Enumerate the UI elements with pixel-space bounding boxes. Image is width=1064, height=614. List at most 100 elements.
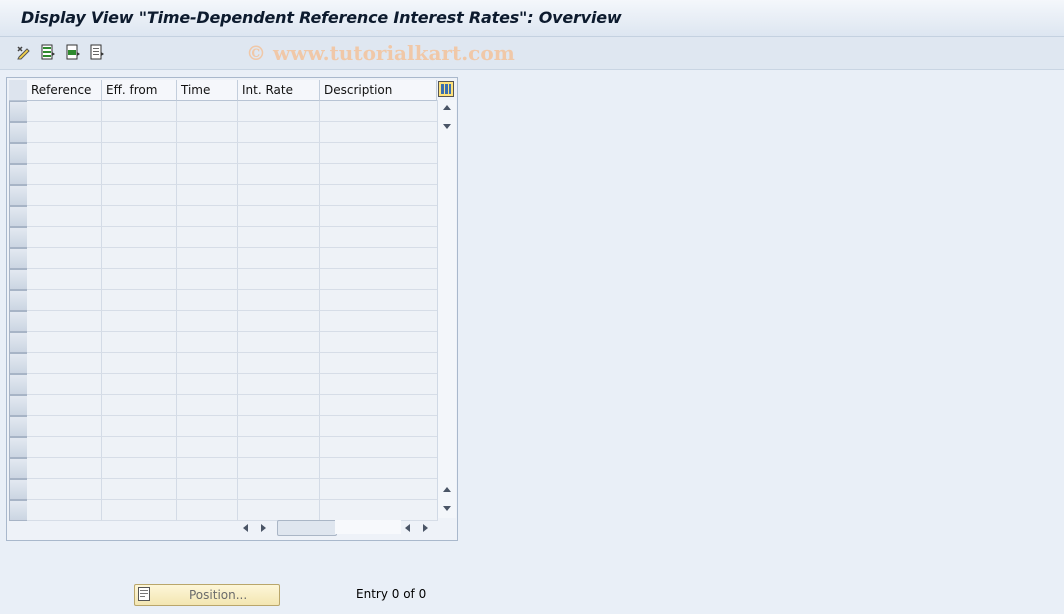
row-selector[interactable]	[9, 458, 28, 479]
column-header-description[interactable]: Description	[320, 80, 437, 101]
row-selector[interactable]	[9, 353, 28, 374]
scroll-down-icon[interactable]	[443, 124, 451, 129]
table-cell[interactable]	[238, 353, 320, 374]
table-cell[interactable]	[320, 143, 438, 164]
row-selector[interactable]	[9, 122, 28, 143]
table-cell[interactable]	[320, 122, 438, 143]
row-selector[interactable]	[9, 437, 28, 458]
table-cell[interactable]	[102, 437, 177, 458]
table-cell[interactable]	[27, 248, 102, 269]
table-cell[interactable]	[27, 332, 102, 353]
table-cell[interactable]	[238, 437, 320, 458]
table-cell[interactable]	[238, 500, 320, 521]
table-cell[interactable]	[238, 101, 320, 122]
table-settings-icon[interactable]	[438, 81, 454, 97]
table-cell[interactable]	[102, 206, 177, 227]
row-selector[interactable]	[9, 248, 28, 269]
table-cell[interactable]	[27, 311, 102, 332]
table-cell[interactable]	[27, 458, 102, 479]
table-cell[interactable]	[177, 164, 238, 185]
table-cell[interactable]	[177, 395, 238, 416]
table-cell[interactable]	[27, 353, 102, 374]
table-cell[interactable]	[238, 311, 320, 332]
table-cell[interactable]	[320, 101, 438, 122]
table-cell[interactable]	[27, 101, 102, 122]
table-cell[interactable]	[238, 227, 320, 248]
row-selector[interactable]	[9, 164, 28, 185]
table-cell[interactable]	[238, 248, 320, 269]
table-cell[interactable]	[238, 290, 320, 311]
position-button[interactable]: Position...	[134, 584, 280, 606]
table-cell[interactable]	[320, 248, 438, 269]
table-cell[interactable]	[177, 353, 238, 374]
column-header-eff-from[interactable]: Eff. from	[102, 80, 177, 101]
table-cell[interactable]	[102, 311, 177, 332]
table-cell[interactable]	[27, 290, 102, 311]
table-cell[interactable]	[320, 185, 438, 206]
table-cell[interactable]	[177, 332, 238, 353]
table-cell[interactable]	[27, 206, 102, 227]
deselect-all-icon[interactable]	[89, 44, 105, 60]
scroll-up-icon[interactable]	[443, 105, 451, 110]
table-cell[interactable]	[238, 416, 320, 437]
table-cell[interactable]	[27, 185, 102, 206]
table-cell[interactable]	[102, 101, 177, 122]
column-header-time[interactable]: Time	[177, 80, 238, 101]
row-selector[interactable]	[9, 227, 28, 248]
table-cell[interactable]	[177, 500, 238, 521]
table-cell[interactable]	[102, 290, 177, 311]
row-selector[interactable]	[9, 206, 28, 227]
table-cell[interactable]	[27, 122, 102, 143]
select-all-icon[interactable]	[40, 44, 56, 60]
row-selector[interactable]	[9, 395, 28, 416]
row-selector[interactable]	[9, 101, 28, 122]
table-cell[interactable]	[238, 374, 320, 395]
table-cell[interactable]	[238, 458, 320, 479]
table-cell[interactable]	[102, 269, 177, 290]
table-cell[interactable]	[320, 395, 438, 416]
table-cell[interactable]	[238, 206, 320, 227]
table-cell[interactable]	[102, 143, 177, 164]
table-cell[interactable]	[102, 416, 177, 437]
horizontal-scrollbar[interactable]	[237, 519, 437, 537]
table-cell[interactable]	[177, 311, 238, 332]
table-cell[interactable]	[238, 185, 320, 206]
scroll-left-icon[interactable]	[243, 524, 248, 532]
table-cell[interactable]	[177, 290, 238, 311]
row-selector[interactable]	[9, 332, 28, 353]
table-cell[interactable]	[320, 164, 438, 185]
table-cell[interactable]	[177, 437, 238, 458]
scroll-right-icon[interactable]	[261, 524, 266, 532]
table-cell[interactable]	[238, 143, 320, 164]
row-selector[interactable]	[9, 374, 28, 395]
table-cell[interactable]	[177, 185, 238, 206]
table-cell[interactable]	[177, 122, 238, 143]
row-selector[interactable]	[9, 479, 28, 500]
column-header-reference[interactable]: Reference	[27, 80, 102, 101]
scroll-far-right-icon[interactable]	[423, 524, 428, 532]
table-cell[interactable]	[102, 122, 177, 143]
row-selector[interactable]	[9, 269, 28, 290]
table-cell[interactable]	[177, 101, 238, 122]
scroll-page-up-icon[interactable]	[443, 487, 451, 492]
table-cell[interactable]	[177, 416, 238, 437]
table-cell[interactable]	[102, 458, 177, 479]
row-selector[interactable]	[9, 416, 28, 437]
row-selector[interactable]	[9, 143, 28, 164]
table-cell[interactable]	[320, 311, 438, 332]
row-selector[interactable]	[9, 290, 28, 311]
table-cell[interactable]	[238, 479, 320, 500]
row-selector[interactable]	[9, 311, 28, 332]
table-cell[interactable]	[320, 479, 438, 500]
table-cell[interactable]	[238, 332, 320, 353]
table-cell[interactable]	[320, 374, 438, 395]
scroll-far-left-icon[interactable]	[405, 524, 410, 532]
table-cell[interactable]	[238, 122, 320, 143]
scroll-page-down-icon[interactable]	[443, 506, 451, 511]
table-cell[interactable]	[27, 479, 102, 500]
table-cell[interactable]	[102, 227, 177, 248]
scroll-track[interactable]	[335, 520, 401, 534]
select-block-icon[interactable]	[65, 44, 81, 60]
table-cell[interactable]	[27, 500, 102, 521]
table-cell[interactable]	[320, 458, 438, 479]
